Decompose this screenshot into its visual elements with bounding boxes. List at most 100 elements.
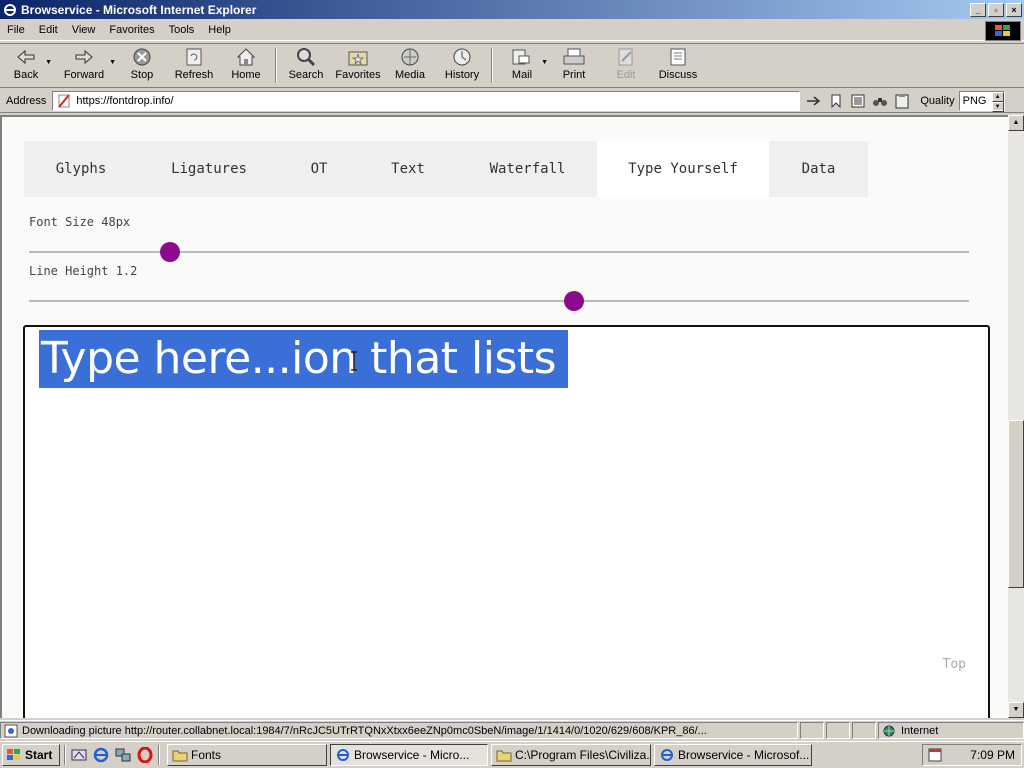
title-bar: Browservice - Microsoft Internet Explore… bbox=[0, 0, 1024, 19]
tab-glyphs[interactable]: Glyphs bbox=[24, 141, 138, 197]
bookmark-icon[interactable] bbox=[828, 93, 844, 109]
type-yourself-editor[interactable]: Type here...ion that lists Top bbox=[23, 325, 990, 718]
taskbar-separator bbox=[158, 745, 160, 765]
status-cell bbox=[852, 722, 876, 739]
folder-icon bbox=[172, 750, 188, 762]
spin-up-icon[interactable]: ▲ bbox=[991, 91, 1004, 102]
menu-favorites[interactable]: Favorites bbox=[102, 24, 161, 36]
scroll-up-icon[interactable]: ▲ bbox=[1008, 115, 1024, 131]
tab-text[interactable]: Text bbox=[358, 141, 458, 197]
go-arrow-icon[interactable] bbox=[806, 93, 822, 109]
toolbar-separator bbox=[275, 48, 277, 83]
menu-file[interactable]: File bbox=[0, 24, 32, 36]
ie-icon[interactable] bbox=[92, 746, 110, 764]
home-icon bbox=[234, 46, 258, 68]
line-height-slider-thumb[interactable] bbox=[564, 291, 585, 311]
editor-text-selection[interactable]: Type here...ion that lists bbox=[39, 330, 569, 388]
tab-ligatures[interactable]: Ligatures bbox=[138, 141, 280, 197]
opera-icon[interactable] bbox=[136, 746, 154, 764]
ie-icon bbox=[337, 749, 349, 761]
top-link[interactable]: Top bbox=[943, 657, 966, 672]
forward-dropdown-icon[interactable]: ▼ bbox=[109, 59, 116, 66]
close-button[interactable]: × bbox=[1006, 2, 1022, 17]
refresh-icon bbox=[182, 46, 206, 68]
quality-spinner[interactable]: ▲ ▼ bbox=[991, 91, 1004, 112]
menu-help[interactable]: Help bbox=[201, 24, 238, 36]
status-cell bbox=[800, 722, 824, 739]
quick-launch bbox=[70, 746, 154, 764]
line-height-label: Line Height 1.2 bbox=[29, 264, 138, 278]
text-cursor-icon bbox=[351, 351, 357, 371]
discuss-button[interactable]: Discuss bbox=[652, 44, 704, 87]
edit-button[interactable]: Edit bbox=[600, 44, 652, 87]
clipboard-icon[interactable] bbox=[894, 93, 910, 109]
font-size-slider-thumb[interactable] bbox=[160, 242, 180, 262]
task-browservice-active[interactable]: Browservice - Micro... bbox=[330, 744, 488, 766]
minimize-button[interactable]: _ bbox=[970, 2, 986, 17]
font-size-slider[interactable] bbox=[29, 242, 969, 262]
menu-tools[interactable]: Tools bbox=[162, 24, 202, 36]
edit-page-icon bbox=[614, 46, 638, 68]
history-icon bbox=[450, 46, 474, 68]
home-button[interactable]: Home bbox=[220, 44, 272, 87]
media-button[interactable]: Media bbox=[384, 44, 436, 87]
tab-type-yourself[interactable]: Type Yourself bbox=[597, 141, 769, 197]
view-icon[interactable] bbox=[850, 93, 866, 109]
scroll-thumb[interactable] bbox=[1008, 420, 1024, 588]
quality-label: Quality bbox=[920, 94, 955, 107]
tab-waterfall[interactable]: Waterfall bbox=[458, 141, 597, 197]
ie-icon bbox=[661, 749, 673, 761]
back-button[interactable]: Back ▼ bbox=[0, 44, 52, 87]
taskbar: Start Fonts Browservice - Micro... C:\Pr… bbox=[0, 741, 1024, 768]
windows-logo-icon bbox=[985, 21, 1021, 41]
vertical-scrollbar[interactable]: ▲ ▼ bbox=[1008, 115, 1024, 718]
quality-select[interactable]: PNG ▲ ▼ bbox=[958, 90, 1005, 112]
refresh-button[interactable]: Refresh bbox=[168, 44, 220, 87]
tab-ot[interactable]: OT bbox=[280, 141, 358, 197]
page-icon bbox=[58, 93, 71, 108]
search-button[interactable]: Search bbox=[280, 44, 332, 87]
favorites-button[interactable]: Favorites bbox=[332, 44, 384, 87]
tab-bar: Glyphs Ligatures OT Text Waterfall Type … bbox=[24, 141, 868, 197]
media-icon bbox=[398, 46, 422, 68]
address-label: Address bbox=[6, 94, 47, 107]
task-browservice[interactable]: Browservice - Microsof... bbox=[654, 744, 812, 766]
print-button[interactable]: Print bbox=[548, 44, 600, 87]
address-bar: Address https://fontdrop.info/ Quality P… bbox=[0, 89, 1024, 113]
forward-button[interactable]: Forward ▼ bbox=[52, 44, 116, 87]
back-dropdown-icon[interactable]: ▼ bbox=[45, 59, 52, 66]
network-icon[interactable] bbox=[114, 746, 132, 764]
page-loading-icon bbox=[4, 724, 18, 737]
menu-edit[interactable]: Edit bbox=[32, 24, 65, 36]
maximize-button[interactable]: ▫ bbox=[988, 2, 1004, 17]
toolbar-separator bbox=[491, 48, 493, 83]
forward-arrow-icon bbox=[72, 46, 96, 68]
standard-toolbar: Back ▼ Forward ▼ Stop Refresh Home Searc… bbox=[0, 43, 1024, 88]
mail-button[interactable]: Mail ▼ bbox=[496, 44, 548, 87]
task-civilization-folder[interactable]: C:\Program Files\Civiliza... bbox=[491, 744, 651, 766]
mail-dropdown-icon[interactable]: ▼ bbox=[541, 59, 548, 66]
discuss-icon bbox=[666, 46, 690, 68]
favorites-icon bbox=[346, 46, 370, 68]
show-desktop-icon[interactable] bbox=[70, 746, 88, 764]
scroll-down-icon[interactable]: ▼ bbox=[1008, 702, 1024, 718]
tab-data[interactable]: Data bbox=[769, 141, 868, 197]
stop-button[interactable]: Stop bbox=[116, 44, 168, 87]
clock[interactable]: 7:09 PM bbox=[970, 748, 1015, 762]
line-height-slider[interactable] bbox=[29, 291, 969, 311]
spin-down-icon[interactable]: ▼ bbox=[991, 101, 1004, 112]
find-binoculars-icon[interactable] bbox=[872, 93, 888, 109]
status-cell bbox=[826, 722, 850, 739]
address-input[interactable]: https://fontdrop.info/ bbox=[52, 90, 801, 111]
start-button[interactable]: Start bbox=[2, 744, 60, 766]
task-fonts[interactable]: Fonts bbox=[167, 744, 327, 766]
history-button[interactable]: History bbox=[436, 44, 488, 87]
font-size-label: Font Size 48px bbox=[29, 215, 131, 229]
status-message: Downloading picture http://router.collab… bbox=[0, 722, 798, 739]
menu-view[interactable]: View bbox=[65, 24, 103, 36]
scheduler-icon[interactable] bbox=[927, 747, 943, 763]
menu-bar: File Edit View Favorites Tools Help bbox=[0, 20, 1024, 41]
security-zone: Internet bbox=[878, 722, 1024, 739]
status-bar: Downloading picture http://router.collab… bbox=[0, 720, 1024, 740]
ie-icon bbox=[4, 3, 16, 16]
